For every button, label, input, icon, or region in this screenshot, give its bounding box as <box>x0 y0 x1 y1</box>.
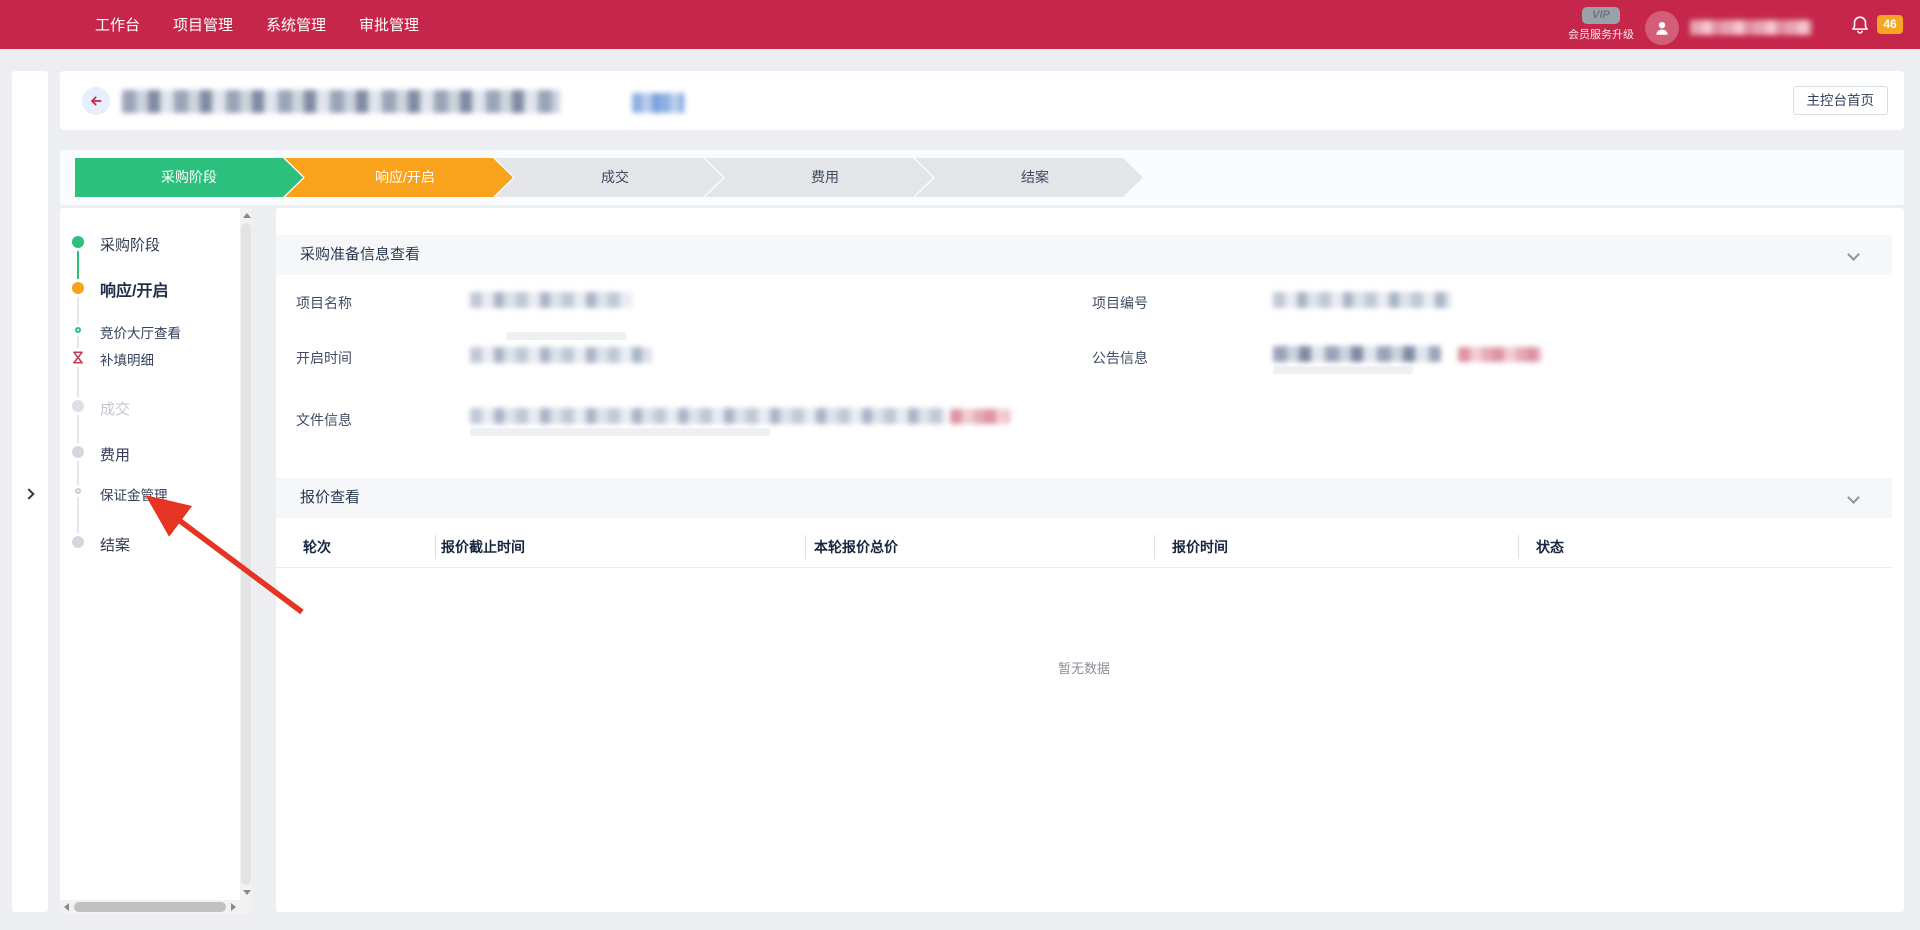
col-header-round-total: 本轮报价总价 <box>814 526 898 568</box>
empty-state-text: 暂无数据 <box>276 658 1892 677</box>
col-header-status: 状态 <box>1536 526 1564 568</box>
field-value-project-no-redacted <box>1273 292 1451 308</box>
horizontal-scroll-thumb[interactable] <box>74 902 226 912</box>
status-badge-redacted <box>632 93 684 113</box>
back-button[interactable] <box>82 87 110 115</box>
scroll-down-arrow-icon[interactable] <box>243 890 251 895</box>
field-label-project-no: 项目编号 <box>1092 293 1148 313</box>
notification-count-badge[interactable]: 46 <box>1877 15 1903 34</box>
field-label-file-info: 文件信息 <box>296 410 352 430</box>
column-divider <box>435 535 436 559</box>
user-avatar[interactable] <box>1645 11 1679 45</box>
prep-section-title: 采购准备信息查看 <box>300 235 420 275</box>
stage-dot-done-icon <box>72 236 84 248</box>
stage-dot-icon <box>72 446 84 458</box>
quote-section-title: 报价查看 <box>300 478 360 518</box>
vip-icon: VIP <box>1582 7 1620 24</box>
chevron-down-icon[interactable] <box>1847 248 1860 261</box>
stage-dot-disabled-icon <box>72 400 84 412</box>
col-header-quote-deadline: 报价截止时间 <box>441 526 525 568</box>
hourglass-icon <box>71 350 85 365</box>
column-divider <box>1518 535 1519 559</box>
step-procurement-stage[interactable]: 采购阶段 <box>75 158 303 197</box>
field-label-announcement: 公告信息 <box>1092 348 1148 368</box>
top-navbar: 工作台 项目管理 系统管理 审批管理 VIP 会员服务升级 46 <box>0 0 1920 49</box>
announcement-link-redacted[interactable] <box>1458 347 1542 362</box>
quote-section-header[interactable]: 报价查看 <box>276 478 1892 518</box>
stage-dot-icon <box>72 536 84 548</box>
scroll-left-arrow-icon[interactable] <box>64 903 69 911</box>
chevron-right-icon[interactable] <box>23 488 34 499</box>
ring-gray-icon <box>75 488 81 494</box>
nav-item-project-mgmt[interactable]: 项目管理 <box>173 14 233 35</box>
sidebar-item-deposit-management[interactable]: 保证金管理 <box>100 484 168 504</box>
collapsed-panel-strip <box>12 71 48 912</box>
step-deal[interactable]: 成交 <box>495 158 723 197</box>
field-label-open-time: 开启时间 <box>296 348 352 368</box>
scroll-right-arrow-icon[interactable] <box>231 903 236 911</box>
nav-item-approval-mgmt[interactable]: 审批管理 <box>359 14 419 35</box>
ring-green-icon <box>75 327 81 333</box>
redaction-artifact <box>470 428 770 436</box>
chevron-down-icon[interactable] <box>1847 491 1860 504</box>
main-content-card: 采购准备信息查看 项目名称 项目编号 开启时间 公告信息 文件信息 报价查看 轮… <box>276 208 1904 912</box>
step-response-open[interactable]: 响应/开启 <box>285 158 513 197</box>
notification-bell-icon[interactable] <box>1849 13 1871 37</box>
main-menu: 工作台 项目管理 系统管理 审批管理 <box>95 0 419 49</box>
sidebar-item-fees[interactable]: 费用 <box>100 444 130 465</box>
scroll-up-arrow-icon[interactable] <box>243 213 251 218</box>
file-link-redacted[interactable] <box>950 409 1010 424</box>
field-value-project-name-redacted <box>470 292 632 308</box>
sidebar-item-bidding-hall[interactable]: 竞价大厅查看 <box>100 322 181 342</box>
sidebar-item-closing[interactable]: 结案 <box>100 534 130 555</box>
quote-table-header-row: 轮次 报价截止时间 本轮报价总价 报价时间 状态 <box>276 526 1892 568</box>
person-icon <box>1653 19 1671 37</box>
field-label-project-name: 项目名称 <box>296 293 352 313</box>
vertical-scrollbar[interactable] <box>240 208 252 900</box>
project-title-redacted <box>122 90 560 113</box>
col-header-quote-time: 报价时间 <box>1172 526 1228 568</box>
sidebar-item-response-open[interactable]: 响应/开启 <box>100 277 168 301</box>
arrow-left-icon <box>88 93 104 109</box>
stage-dot-current-icon <box>72 282 84 294</box>
redaction-artifact <box>1273 366 1413 374</box>
nav-item-system-mgmt[interactable]: 系统管理 <box>266 14 326 35</box>
horizontal-scrollbar[interactable] <box>60 900 252 914</box>
step-closing[interactable]: 结案 <box>915 158 1143 197</box>
column-divider <box>1154 535 1155 559</box>
sidebar-item-fill-details[interactable]: 补填明细 <box>100 349 154 369</box>
nav-item-workbench[interactable]: 工作台 <box>95 14 140 35</box>
vip-upgrade[interactable]: VIP 会员服务升级 <box>1566 5 1636 42</box>
vertical-scroll-thumb[interactable] <box>241 223 251 885</box>
console-home-button[interactable]: 主控台首页 <box>1793 86 1889 115</box>
stage-sidebar: 采购阶段 响应/开启 竞价大厅查看 补填明细 成交 费用 保证金管理 结案 <box>60 208 252 914</box>
sidebar-item-deal[interactable]: 成交 <box>100 398 130 419</box>
step-fees[interactable]: 费用 <box>705 158 933 197</box>
sidebar-item-procurement-stage[interactable]: 采购阶段 <box>100 234 160 255</box>
prep-section-header[interactable]: 采购准备信息查看 <box>276 235 1892 275</box>
field-value-open-time-redacted <box>470 347 652 363</box>
column-divider <box>805 535 806 559</box>
col-header-round: 轮次 <box>303 526 331 568</box>
process-steps-bar: 采购阶段 响应/开启 成交 费用 结案 <box>60 150 1904 205</box>
page-header-card: 主控台首页 <box>60 71 1904 130</box>
field-value-file-info-redacted <box>470 408 946 424</box>
username-redacted <box>1690 20 1812 35</box>
vip-upgrade-label: 会员服务升级 <box>1566 26 1636 42</box>
timeline-connector-done <box>77 250 79 280</box>
field-value-announcement-redacted <box>1273 346 1441 362</box>
redaction-artifact <box>506 332 626 340</box>
